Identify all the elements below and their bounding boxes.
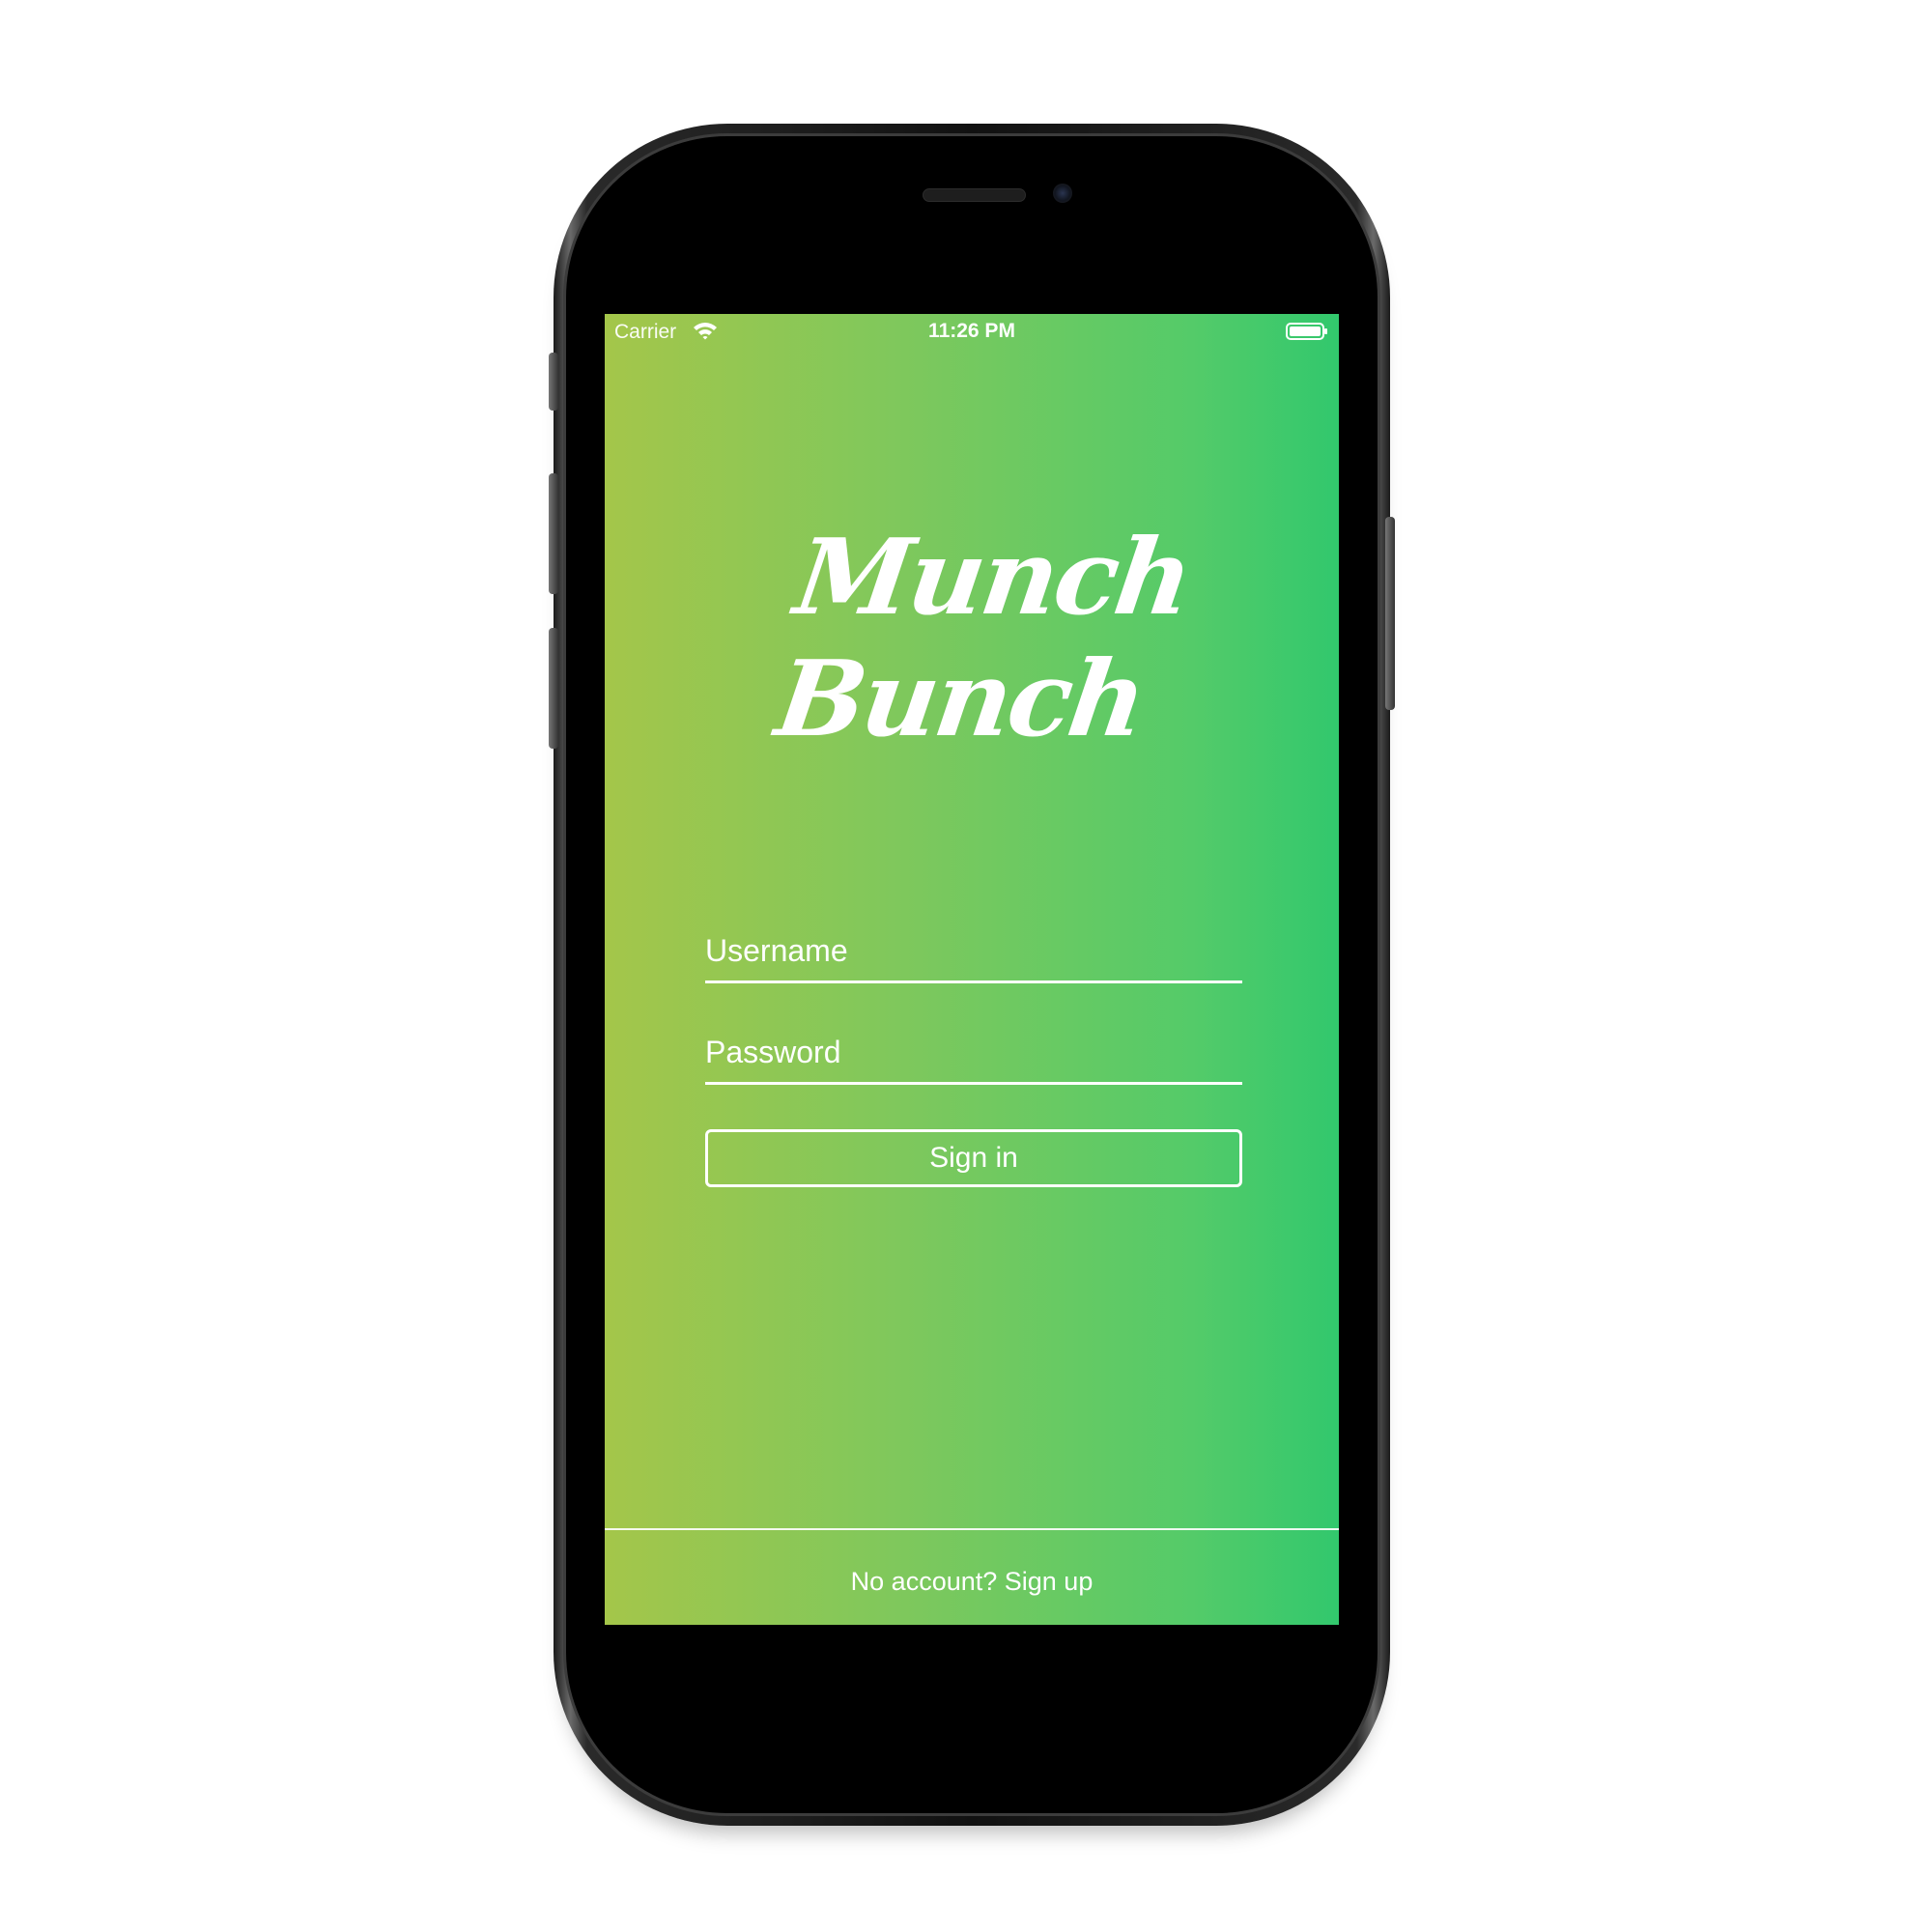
- volume-down-button: [549, 628, 558, 749]
- battery-icon: [1286, 322, 1328, 341]
- mute-switch: [549, 353, 558, 411]
- logo-line-2: Bunch: [769, 639, 1151, 760]
- app-screen: Carrier 11:26 PM Munch Bunch Sign: [605, 314, 1339, 1625]
- front-camera: [1053, 184, 1072, 203]
- earpiece-speaker: [923, 188, 1026, 202]
- status-bar: Carrier 11:26 PM: [605, 314, 1339, 353]
- username-input[interactable]: [705, 933, 1242, 969]
- app-logo: Munch Bunch: [769, 517, 1198, 760]
- footer-divider: [605, 1528, 1339, 1530]
- password-field-wrapper: [705, 1024, 1242, 1085]
- logo-line-1: Munch: [788, 517, 1198, 639]
- login-form: Sign in: [705, 923, 1242, 1187]
- volume-up-button: [549, 473, 558, 594]
- username-field-wrapper: [705, 923, 1242, 983]
- sign-up-link[interactable]: No account? Sign up: [605, 1567, 1339, 1597]
- power-button: [1385, 517, 1395, 710]
- status-time: 11:26 PM: [928, 320, 1015, 342]
- sign-in-button[interactable]: Sign in: [705, 1129, 1242, 1187]
- password-input[interactable]: [705, 1035, 1242, 1070]
